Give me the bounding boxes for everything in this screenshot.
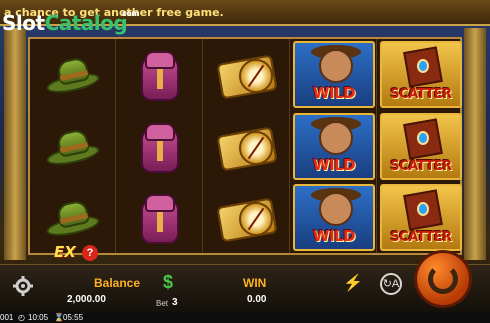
right-pillar <box>464 28 486 260</box>
reel-2 <box>117 39 203 253</box>
autoplay-icon[interactable]: ↻A <box>380 273 402 295</box>
session-id: 001 <box>0 313 14 322</box>
wild-label: WILD <box>312 84 356 102</box>
reel-grid: WILD WILD WILD SCATTER SCATTER SCATTER <box>28 37 462 255</box>
reel-5: SCATTER SCATTER SCATTER <box>378 39 464 253</box>
compass-icon <box>216 194 278 243</box>
scatter-label: SCATTER <box>390 87 452 102</box>
explorer-face-icon <box>319 49 353 83</box>
reel-4: WILD WILD WILD <box>291 39 377 253</box>
clock-icon: ◴ <box>18 313 25 322</box>
spin-arrow-icon <box>428 264 458 294</box>
extra-bet-label: EX <box>54 243 76 261</box>
backpack-icon <box>135 119 185 175</box>
hat-icon <box>44 55 102 96</box>
bet-dollar-icon[interactable]: $ <box>158 272 178 292</box>
backpack-symbol <box>117 182 203 253</box>
backpack-symbol <box>117 111 203 182</box>
backpack-icon <box>135 190 185 246</box>
left-pillar <box>4 28 26 260</box>
scatter-symbol: SCATTER <box>378 111 464 182</box>
gem-icon <box>417 202 429 216</box>
bet-value: 3 <box>172 297 178 308</box>
session-time: 05:55 <box>63 313 84 322</box>
gem-icon <box>417 131 429 145</box>
watermark-part2: Catalog <box>44 11 128 35</box>
backpack-symbol <box>117 39 203 110</box>
extra-bet-button[interactable]: EX ? <box>54 243 104 263</box>
scatter-label: SCATTER <box>390 230 452 245</box>
compass-symbol <box>204 111 290 182</box>
wild-symbol: WILD <box>291 182 377 253</box>
hat-symbol <box>30 39 116 110</box>
wild-label: WILD <box>312 227 356 245</box>
win-label: WIN <box>243 276 267 290</box>
help-icon[interactable]: ? <box>82 245 98 261</box>
wild-symbol: WILD <box>291 111 377 182</box>
watermark: SlotCatalog com <box>2 9 140 35</box>
gem-icon <box>417 59 429 73</box>
compass-icon <box>216 51 278 100</box>
settings-gear-icon[interactable] <box>12 275 34 297</box>
watermark-suffix: com <box>122 9 140 18</box>
win-value: 0.00 <box>247 294 267 305</box>
reel-1 <box>30 39 116 253</box>
balance-value: 2,000.00 <box>67 294 106 305</box>
backpack-icon <box>135 47 185 103</box>
scatter-symbol: SCATTER <box>378 182 464 253</box>
compass-symbol <box>204 39 290 110</box>
scatter-symbol: SCATTER <box>378 39 464 110</box>
hat-symbol <box>30 111 116 182</box>
explorer-face-icon <box>319 192 353 226</box>
explorer-face-icon <box>319 121 353 155</box>
compass-symbol <box>204 182 290 253</box>
bet-label: Bet <box>156 299 169 308</box>
watermark-part1: Slot <box>2 11 45 35</box>
wild-symbol: WILD <box>291 39 377 110</box>
wild-label: WILD <box>312 156 356 174</box>
reel-3 <box>204 39 290 253</box>
clock-time: 10:05 <box>28 313 49 322</box>
balance-label: Balance <box>94 276 141 290</box>
spin-button[interactable] <box>414 250 472 308</box>
hat-icon <box>44 198 102 239</box>
status-bar: 001 ◴ 10:05 ⌛ 05:55 <box>0 312 490 323</box>
hat-icon <box>44 127 102 168</box>
turbo-bolt-icon[interactable]: ⚡ <box>343 273 363 295</box>
compass-icon <box>216 123 278 172</box>
scatter-label: SCATTER <box>390 159 452 174</box>
